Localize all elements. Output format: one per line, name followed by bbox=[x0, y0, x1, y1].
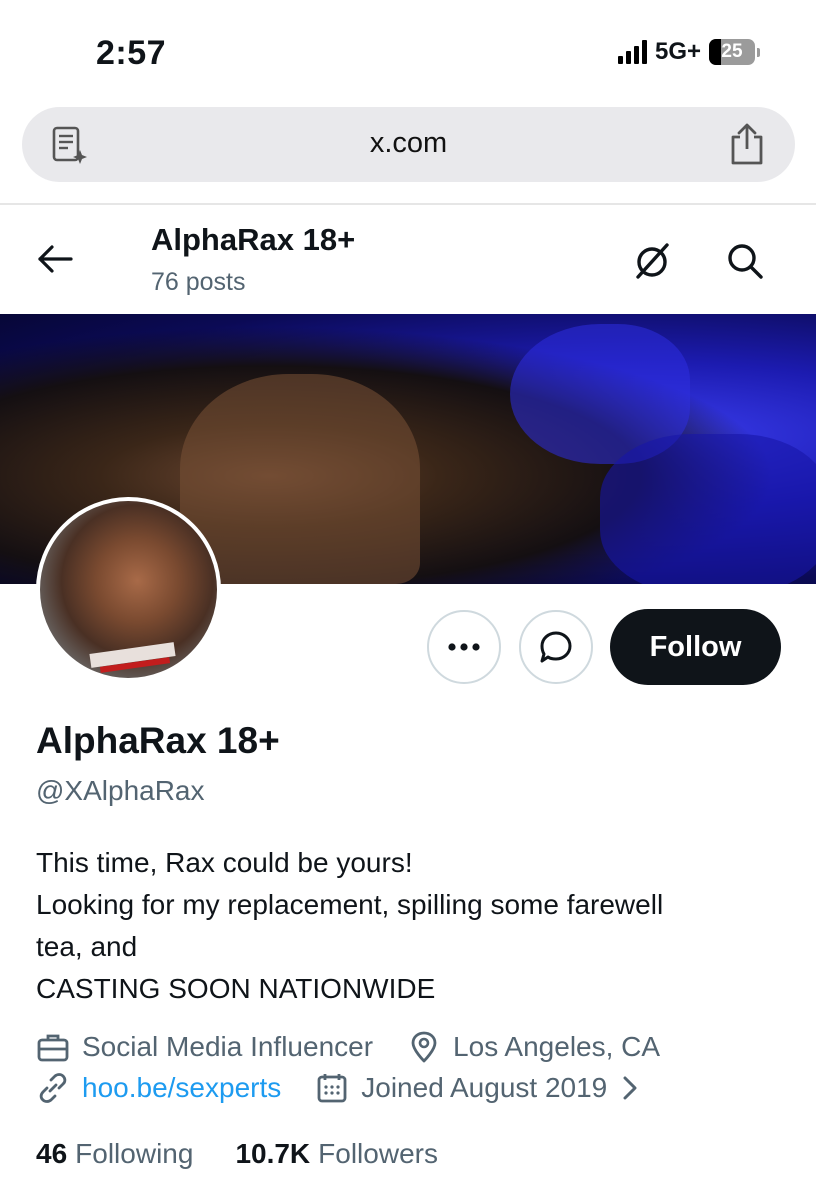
profile-name: AlphaRax 18+ bbox=[36, 720, 280, 761]
profile-meta-row: hoo.be/sexperts Joined August 2019 bbox=[36, 1071, 641, 1105]
network-type: 5G+ bbox=[654, 38, 701, 65]
more-options-button[interactable] bbox=[427, 610, 501, 684]
briefcase-icon bbox=[37, 1034, 69, 1062]
bio-line: tea, and bbox=[36, 931, 138, 962]
chat-bubble-icon bbox=[540, 631, 572, 663]
share-icon[interactable] bbox=[727, 121, 767, 167]
followers-link[interactable]: 10.7K Followers bbox=[235, 1138, 438, 1170]
profile-bio: This time, Rax could be yours! Looking f… bbox=[36, 842, 786, 1010]
calendar-icon bbox=[317, 1074, 347, 1103]
profile-joined-date[interactable]: Joined August 2019 bbox=[361, 1072, 607, 1104]
battery-icon: 25 bbox=[709, 39, 755, 65]
bio-line: This time, Rax could be yours! bbox=[36, 847, 413, 878]
avatar[interactable] bbox=[36, 497, 221, 682]
following-link[interactable]: 46 Following bbox=[36, 1138, 193, 1170]
cellular-signal-icon bbox=[617, 40, 647, 64]
status-indicators: 5G+ 25 bbox=[617, 38, 760, 66]
bio-line: Looking for my replacement, spilling som… bbox=[36, 889, 664, 920]
status-time: 2:57 bbox=[96, 34, 167, 72]
battery-level: 25 bbox=[721, 41, 743, 62]
back-arrow-icon[interactable] bbox=[36, 242, 74, 276]
address-bar[interactable]: x.com bbox=[22, 107, 795, 182]
followers-count: 10.7K bbox=[235, 1138, 311, 1169]
grok-icon[interactable] bbox=[630, 239, 674, 283]
followers-label: Followers bbox=[318, 1138, 438, 1169]
follow-button[interactable]: Follow bbox=[610, 609, 781, 685]
profile-meta-row: Social Media Influencer Los Angeles, CA bbox=[36, 1030, 660, 1064]
divider bbox=[0, 203, 816, 205]
profile-location: Los Angeles, CA bbox=[453, 1031, 661, 1062]
more-icon bbox=[448, 643, 480, 651]
bio-line: CASTING SOON NATIONWIDE bbox=[36, 973, 436, 1004]
profile-category: Social Media Influencer bbox=[82, 1031, 374, 1062]
url-text[interactable]: x.com bbox=[22, 127, 795, 160]
search-icon[interactable] bbox=[723, 239, 767, 283]
following-label: Following bbox=[75, 1138, 194, 1169]
header-profile-name: AlphaRax 18+ bbox=[151, 222, 356, 257]
location-pin-icon bbox=[411, 1031, 437, 1063]
link-icon bbox=[39, 1073, 67, 1103]
following-count: 46 bbox=[36, 1138, 68, 1169]
follow-stats: 46 Following 10.7K Followers bbox=[36, 1138, 438, 1170]
header-post-count: 76 posts bbox=[151, 268, 246, 296]
profile-handle: @XAlphaRax bbox=[36, 775, 205, 806]
message-button[interactable] bbox=[519, 610, 593, 684]
chevron-right-icon[interactable] bbox=[619, 1073, 641, 1103]
profile-website-link[interactable]: hoo.be/sexperts bbox=[82, 1072, 281, 1104]
